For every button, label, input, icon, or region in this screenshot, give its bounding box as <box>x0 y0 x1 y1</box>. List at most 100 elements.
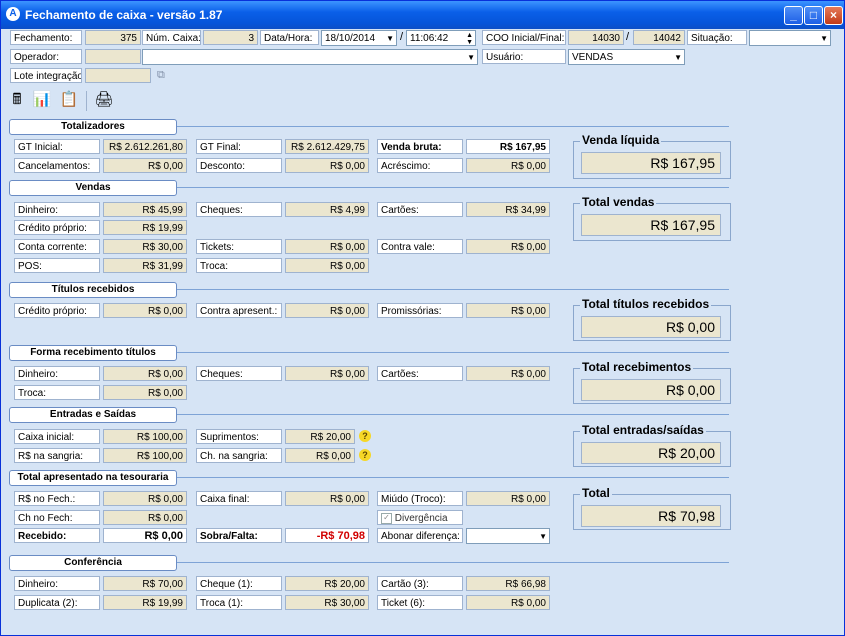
chevron-down-icon[interactable]: ▼ <box>467 50 475 64</box>
conf-duplicata-field[interactable]: R$ 19,99 <box>103 595 187 610</box>
miudo-field[interactable]: R$ 0,00 <box>466 491 550 506</box>
vendas-contravale-field[interactable]: R$ 0,00 <box>466 239 550 254</box>
coo-inicial-field[interactable]: 14030 <box>568 30 624 45</box>
time-value: 11:06:42 <box>410 33 449 44</box>
close-icon[interactable]: × <box>824 6 843 25</box>
gt-final-field[interactable]: R$ 2.612.429,75 <box>285 139 369 154</box>
total-entradas-value: R$ 20,00 <box>581 442 721 464</box>
forma-dinheiro-field[interactable]: R$ 0,00 <box>103 366 187 381</box>
chevron-down-icon[interactable]: ▼ <box>674 50 682 64</box>
titulos-contra-field[interactable]: R$ 0,00 <box>285 303 369 318</box>
caixa-inicial-field[interactable]: R$ 100,00 <box>103 429 187 444</box>
printer-icon[interactable]: 🖨 <box>93 89 115 111</box>
operador-code-field[interactable] <box>85 49 141 64</box>
conf-cheque-field[interactable]: R$ 20,00 <box>285 576 369 591</box>
checkbox-checked-icon[interactable]: ✓ <box>381 512 392 524</box>
spin-arrows-icon[interactable]: ▲ ▼ <box>466 32 473 45</box>
coo-final-field[interactable]: 14042 <box>633 30 685 45</box>
forma-cartoes-field[interactable]: R$ 0,00 <box>466 366 550 381</box>
chevron-down-icon[interactable]: ▼ <box>539 529 547 543</box>
venda-liquida-title: Venda líquida <box>580 133 662 147</box>
total-titulos-box: Total títulos recebidos R$ 0,00 <box>573 297 731 341</box>
help-icon[interactable]: ? <box>359 449 371 461</box>
report-icon[interactable]: 📊 <box>31 89 53 111</box>
divergencia-checkbox-row[interactable]: ✓ Divergência <box>377 510 463 525</box>
sobra-falta-field[interactable]: -R$ 70,98 <box>285 528 369 543</box>
desconto-label: Desconto: <box>196 158 282 173</box>
copy-icon[interactable]: ⧉ <box>157 69 171 82</box>
calculator-icon[interactable]: 🖩 <box>6 89 28 111</box>
document-icon[interactable]: 📋 <box>58 89 80 111</box>
situacao-select[interactable]: ▼ <box>749 30 831 46</box>
time-spinner[interactable]: 11:06:42 ▲ ▼ <box>406 30 476 46</box>
caixa-final-field[interactable]: R$ 0,00 <box>285 491 369 506</box>
forma-troca-field[interactable]: R$ 0,00 <box>103 385 187 400</box>
titulos-contra-label: Contra apresent.: <box>196 303 282 318</box>
vendas-credito-label: Crédito próprio: <box>14 220 100 235</box>
vendas-conta-field[interactable]: R$ 30,00 <box>103 239 187 254</box>
operador-select[interactable]: ▼ <box>142 49 478 65</box>
desconto-field[interactable]: R$ 0,00 <box>285 158 369 173</box>
chevron-down-icon[interactable]: ▼ <box>386 31 394 45</box>
vendas-credito-field[interactable]: R$ 19,99 <box>103 220 187 235</box>
gt-inicial-field[interactable]: R$ 2.612.261,80 <box>103 139 187 154</box>
vendas-cheques-field[interactable]: R$ 4,99 <box>285 202 369 217</box>
section-totalizadores: Totalizadores <box>9 119 177 135</box>
usuario-select[interactable]: VENDAS ▼ <box>568 49 685 65</box>
minimize-icon[interactable]: _ <box>784 6 803 25</box>
total-recebimentos-value: R$ 0,00 <box>581 379 721 401</box>
date-value: 18/10/2014 <box>325 33 376 44</box>
fech-field[interactable]: R$ 0,00 <box>103 491 187 506</box>
conf-ticket-field[interactable]: R$ 0,00 <box>466 595 550 610</box>
forma-cheques-field[interactable]: R$ 0,00 <box>285 366 369 381</box>
recebido-field[interactable]: R$ 0,00 <box>103 528 187 543</box>
conf-duplicata-label: Duplicata (2): <box>14 595 100 610</box>
help-icon[interactable]: ? <box>359 430 371 442</box>
section-vendas: Vendas <box>9 180 177 196</box>
date-picker[interactable]: 18/10/2014 ▼ <box>321 30 397 46</box>
vendas-dinheiro-field[interactable]: R$ 45,99 <box>103 202 187 217</box>
vendas-pos-field[interactable]: R$ 31,99 <box>103 258 187 273</box>
acrescimo-field[interactable]: R$ 0,00 <box>466 158 550 173</box>
lote-field[interactable] <box>85 68 151 83</box>
vendas-cartoes-field[interactable]: R$ 34,99 <box>466 202 550 217</box>
gt-inicial-label: GT Inicial: <box>14 139 100 154</box>
usuario-label: Usuário: <box>482 49 566 64</box>
main-window: A Fechamento de caixa - versão 1.87 _ □ … <box>0 0 845 636</box>
ch-fech-field[interactable]: R$ 0,00 <box>103 510 187 525</box>
titulos-promissorias-field[interactable]: R$ 0,00 <box>466 303 550 318</box>
caixa-final-label: Caixa final: <box>196 491 282 506</box>
sangria-field[interactable]: R$ 100,00 <box>103 448 187 463</box>
suprimentos-field[interactable]: R$ 20,00 <box>285 429 355 444</box>
conf-troca-field[interactable]: R$ 30,00 <box>285 595 369 610</box>
conf-cartao-field[interactable]: R$ 66,98 <box>466 576 550 591</box>
coo-label: COO Inicial/Final: <box>482 30 566 45</box>
total-vendas-value: R$ 167,95 <box>581 214 721 236</box>
fechamento-label: Fechamento: <box>10 30 82 45</box>
titulos-credito-field[interactable]: R$ 0,00 <box>103 303 187 318</box>
ch-sangria-label: Ch. na sangria: <box>196 448 282 463</box>
venda-bruta-field[interactable]: R$ 167,95 <box>466 139 550 154</box>
vendas-troca-field[interactable]: R$ 0,00 <box>285 258 369 273</box>
conf-dinheiro-field[interactable]: R$ 70,00 <box>103 576 187 591</box>
sobra-falta-label: Sobra/Falta: <box>196 528 282 543</box>
ch-sangria-field[interactable]: R$ 0,00 <box>285 448 355 463</box>
maximize-icon[interactable]: □ <box>804 6 823 25</box>
abonar-select[interactable]: ▼ <box>466 528 550 544</box>
cancelamentos-field[interactable]: R$ 0,00 <box>103 158 187 173</box>
lote-label: Lote integração: <box>10 68 82 83</box>
chevron-down-icon[interactable]: ▼ <box>820 31 828 45</box>
num-caixa-field[interactable]: 3 <box>203 30 258 45</box>
situacao-label: Situação: <box>687 30 747 45</box>
vendas-pos-label: POS: <box>14 258 100 273</box>
forma-troca-label: Troca: <box>14 385 100 400</box>
vendas-tickets-field[interactable]: R$ 0,00 <box>285 239 369 254</box>
conf-cartao-label: Cartão (3): <box>377 576 463 591</box>
caixa-inicial-label: Caixa inicial: <box>14 429 100 444</box>
title-bar[interactable]: A Fechamento de caixa - versão 1.87 _ □ … <box>1 1 844 29</box>
conf-troca-label: Troca (1): <box>196 595 282 610</box>
toolbar-divider <box>86 91 87 111</box>
data-hora-label: Data/Hora: <box>260 30 319 45</box>
conf-ticket-label: Ticket (6): <box>377 595 463 610</box>
fechamento-field[interactable]: 375 <box>85 30 141 45</box>
